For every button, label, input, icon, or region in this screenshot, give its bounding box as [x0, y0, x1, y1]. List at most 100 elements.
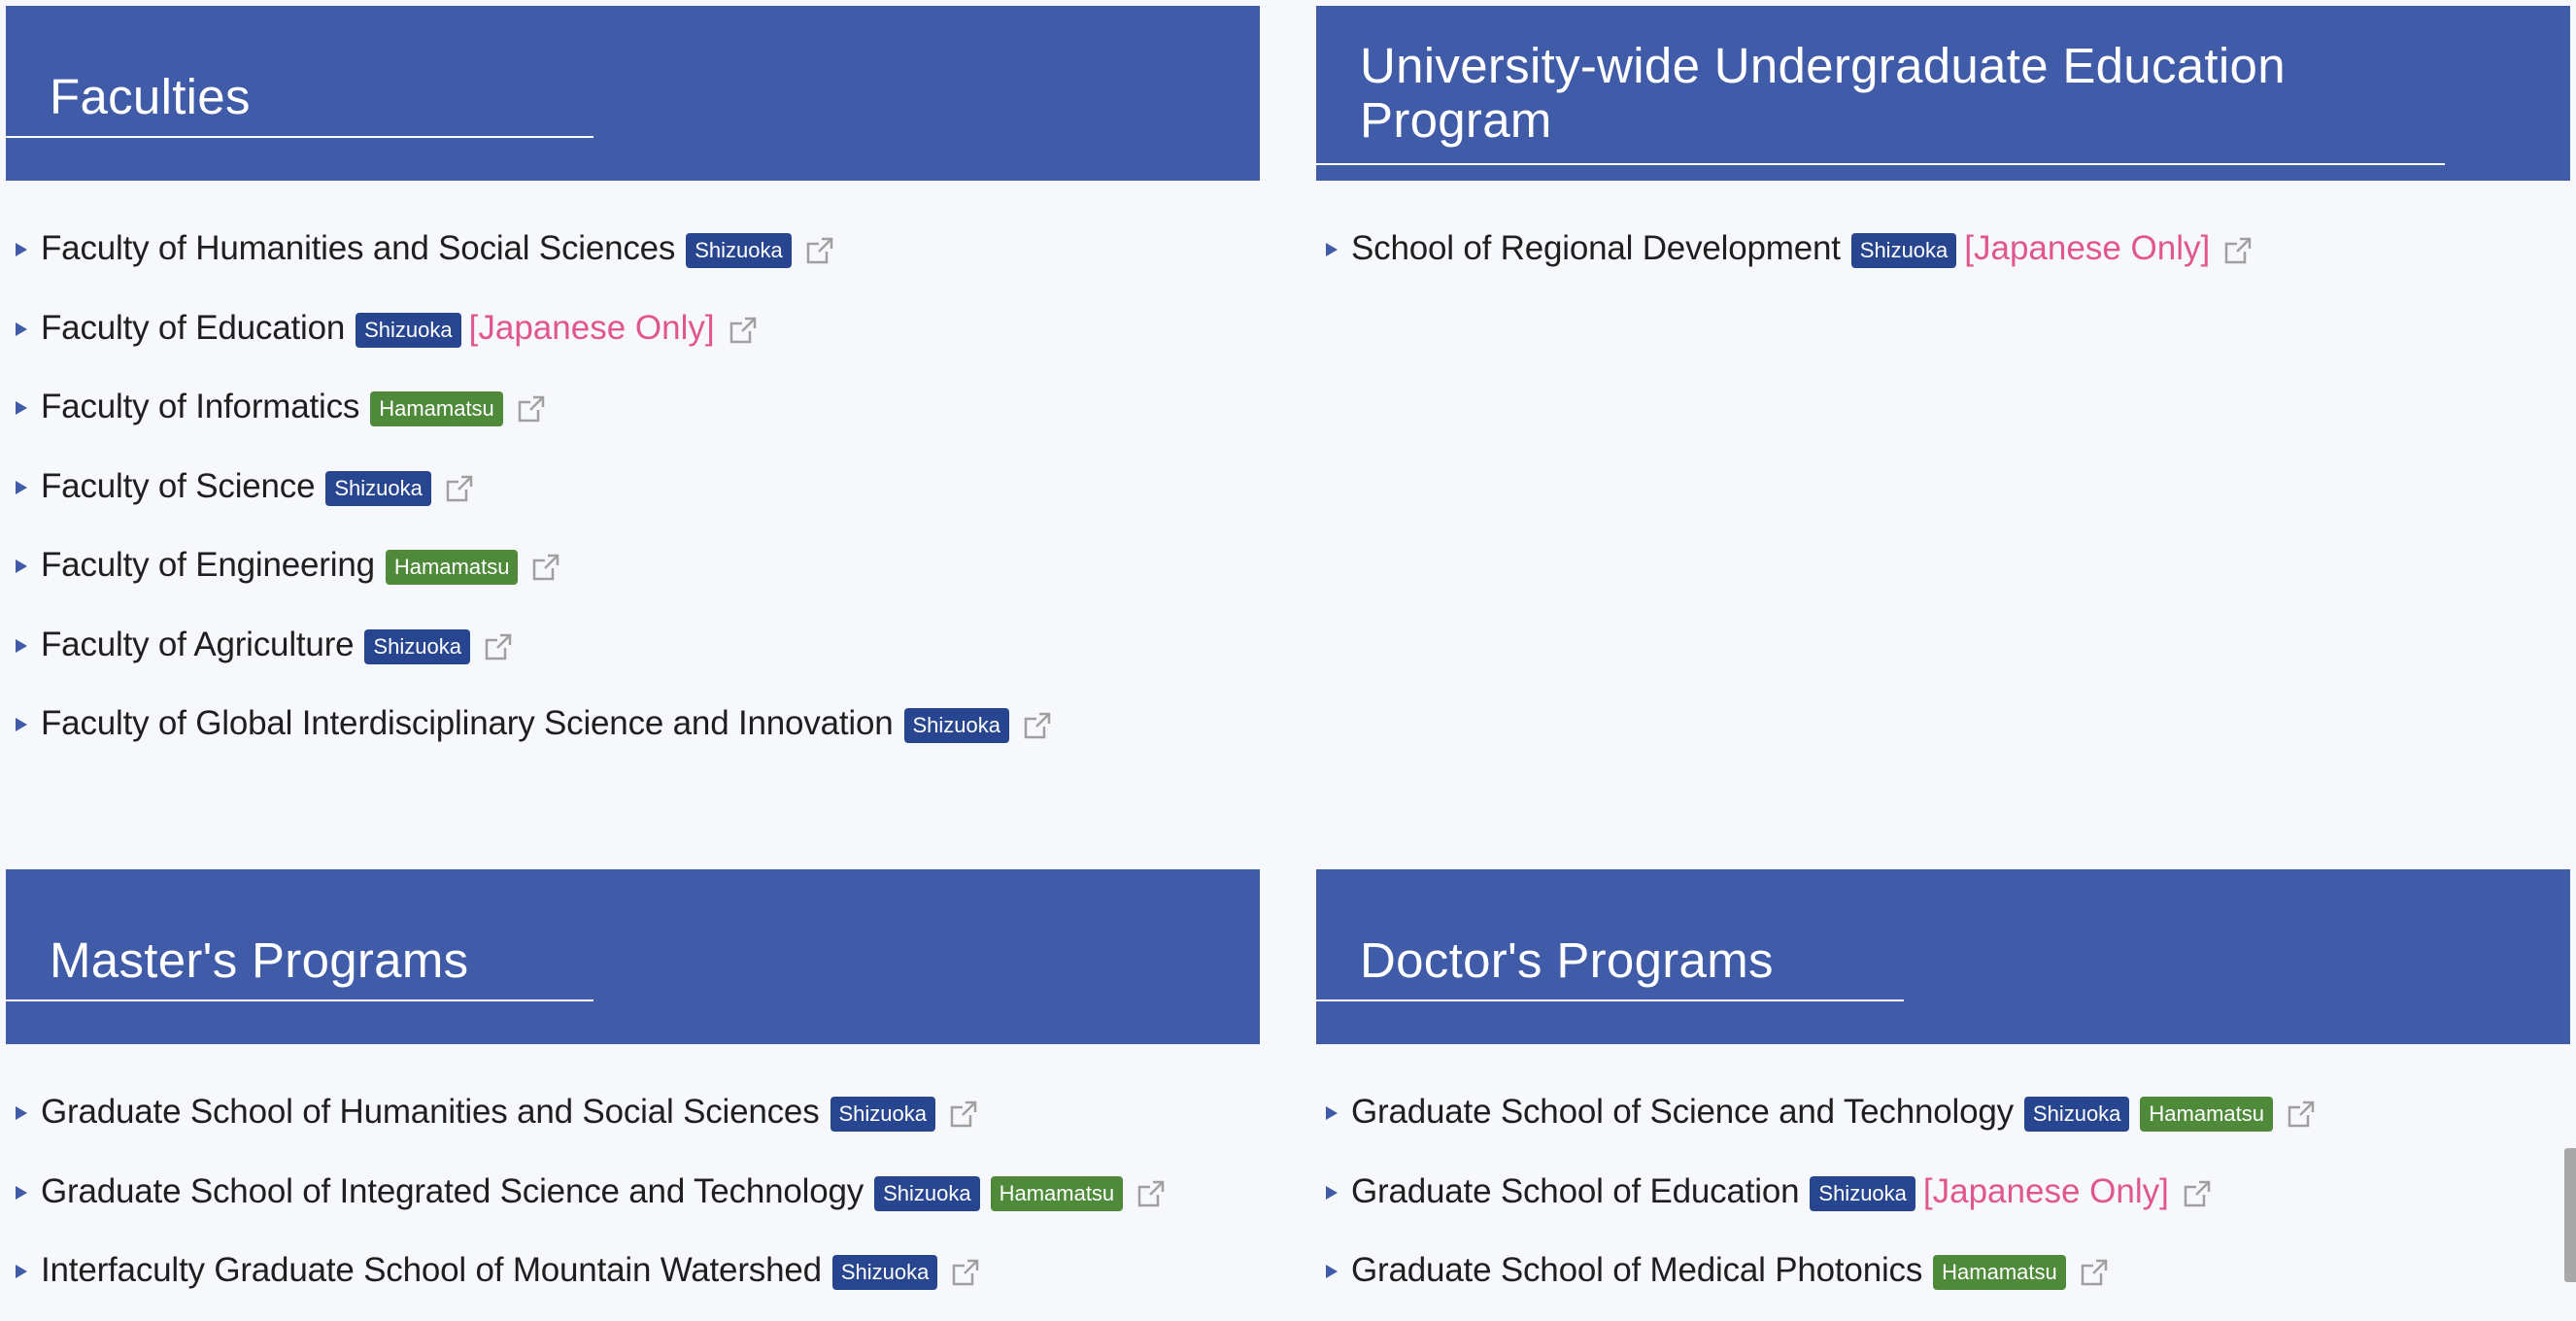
list-item: Faculty of Humanities and Social Science…	[6, 220, 1052, 299]
list-item: Graduate School of Education Shizuoka [Jap…	[1316, 1163, 2316, 1242]
list-item: Graduate School of Integrated Science an…	[6, 1163, 1166, 1242]
item-link[interactable]: Faculty of Engineering Hamamatsu	[41, 536, 560, 594]
external-link-icon	[2080, 1258, 2109, 1287]
scroll-to-top-tab[interactable]	[2564, 1148, 2576, 1282]
triangle-right-icon	[1326, 1106, 1338, 1120]
triangle-right-icon	[1326, 1185, 1338, 1200]
doctors-section: Doctor's Programs Graduate School of Sci…	[1316, 869, 2570, 1290]
japanese-only-note: [Japanese Only]	[468, 308, 715, 347]
masters-list: Graduate School of Humanities and Social…	[6, 1083, 1166, 1321]
undergraduate-program-list: School of Regional Development Shizuoka [J…	[1316, 220, 2253, 299]
section-title: Faculties	[50, 69, 251, 124]
faculties-list: Faculty of Humanities and Social Science…	[6, 220, 1052, 774]
item-name: Faculty of Informatics	[41, 388, 360, 425]
item-name: School of Regional Development	[1351, 229, 1841, 267]
item-name: Faculty of Humanities and Social Science…	[41, 229, 676, 267]
item-name: Graduate School of Science and Technolog…	[1351, 1093, 2014, 1131]
item-name: Faculty of Global Interdisciplinary Scie…	[41, 704, 894, 742]
title-underline	[1316, 999, 1904, 1001]
item-link[interactable]: Faculty of Education Shizuoka [Japanese On…	[41, 299, 758, 357]
list-item: Faculty of Informatics Hamamatsu	[6, 378, 1052, 457]
triangle-right-icon	[16, 1265, 27, 1278]
section-header: Doctor's Programs	[1316, 869, 2570, 1044]
external-link-icon	[951, 1258, 980, 1287]
japanese-only-note: [Japanese Only]	[1964, 229, 2211, 267]
campus-badge: Shizuoka	[831, 1255, 938, 1290]
external-link-icon	[1023, 711, 1052, 740]
list-item: Graduate School of Medical Photonics Hama…	[1316, 1241, 2316, 1321]
external-link-icon	[949, 1100, 978, 1129]
triangle-right-icon	[16, 1185, 27, 1200]
undergraduate-program-section: University-wide Undergraduate Education …	[1316, 6, 2570, 268]
external-link-icon	[729, 316, 758, 345]
list-item: Graduate School of Humanities and Social…	[6, 1083, 1166, 1163]
item-name: Graduate School of Humanities and Social…	[41, 1093, 820, 1131]
section-title: Doctor's Programs	[1360, 932, 1774, 988]
item-name: Faculty of Engineering	[41, 546, 375, 584]
campus-badge: Hamamatsu	[2140, 1097, 2274, 1132]
title-underline	[6, 136, 593, 138]
campus-badge: Shizuoka	[686, 233, 792, 268]
title-underline	[6, 999, 593, 1001]
item-link[interactable]: Faculty of Science Shizuoka	[41, 457, 474, 516]
campus-badge: Hamamatsu	[1933, 1255, 2066, 1290]
list-item: Faculty of Agriculture Shizuoka	[6, 616, 1052, 695]
triangle-right-icon	[16, 1106, 27, 1120]
item-link[interactable]: Graduate School of Science and Technolog…	[1351, 1083, 2316, 1141]
external-link-icon	[2223, 236, 2253, 265]
item-link[interactable]: Graduate School of Medical Photonics Hama…	[1351, 1241, 2109, 1300]
section-title: Master's Programs	[50, 932, 469, 988]
item-link[interactable]: Graduate School of Education Shizuoka [Jap…	[1351, 1163, 2212, 1221]
item-link[interactable]: Graduate School of Humanities and Social…	[41, 1083, 978, 1141]
japanese-only-note: [Japanese Only]	[1922, 1171, 2169, 1210]
list-item: Faculty of Engineering Hamamatsu	[6, 536, 1052, 616]
list-item: Faculty of Science Shizuoka	[6, 457, 1052, 537]
list-item: Faculty of Education Shizuoka [Japanese On…	[6, 299, 1052, 379]
triangle-right-icon	[16, 322, 27, 336]
list-item: School of Regional Development Shizuoka [J…	[1316, 220, 2253, 299]
item-name: Faculty of Education	[41, 308, 346, 347]
external-link-icon	[517, 394, 546, 423]
external-link-icon	[445, 474, 474, 503]
item-link[interactable]: Faculty of Humanities and Social Science…	[41, 220, 834, 278]
triangle-right-icon	[16, 480, 27, 494]
faculties-section: Faculties Faculty of Humanities and Soci…	[6, 6, 1260, 743]
campus-badge: Shizuoka	[356, 312, 461, 348]
doctors-list: Graduate School of Science and Technolog…	[1316, 1083, 2316, 1321]
item-name: Graduate School of Education	[1351, 1171, 1800, 1210]
item-name: Interfaculty Graduate School of Mountain…	[41, 1251, 822, 1289]
item-link[interactable]: Faculty of Informatics Hamamatsu	[41, 378, 546, 436]
campus-badge: Hamamatsu	[385, 550, 519, 585]
external-link-icon	[1136, 1179, 1166, 1208]
triangle-right-icon	[1326, 1265, 1338, 1278]
section-header: Faculties	[6, 6, 1260, 181]
triangle-right-icon	[16, 243, 27, 256]
external-link-icon	[531, 553, 560, 582]
section-header: University-wide Undergraduate Education …	[1316, 6, 2570, 181]
item-name: Faculty of Agriculture	[41, 625, 355, 663]
item-link[interactable]: Graduate School of Integrated Science an…	[41, 1163, 1166, 1221]
item-name: Faculty of Science	[41, 466, 316, 505]
external-link-icon	[805, 236, 834, 265]
campus-badge: Shizuoka	[830, 1097, 936, 1132]
item-name: Graduate School of Integrated Science an…	[41, 1171, 864, 1210]
list-item: Interfaculty Graduate School of Mountain…	[6, 1241, 1166, 1321]
campus-badge: Shizuoka	[1810, 1175, 1915, 1211]
section-header: Master's Programs	[6, 869, 1260, 1044]
campus-badge: Shizuoka	[903, 708, 1010, 743]
item-link[interactable]: Faculty of Agriculture Shizuoka	[41, 616, 513, 674]
list-item: Faculty of Global Interdisciplinary Scie…	[6, 694, 1052, 774]
external-link-icon	[2183, 1179, 2212, 1208]
triangle-right-icon	[16, 718, 27, 731]
title-underline	[1316, 163, 2445, 165]
campus-badge: Shizuoka	[2023, 1097, 2130, 1132]
triangle-right-icon	[16, 638, 27, 653]
item-link[interactable]: School of Regional Development Shizuoka [J…	[1351, 220, 2253, 278]
triangle-right-icon	[16, 401, 27, 415]
campus-badge: Shizuoka	[874, 1175, 980, 1211]
section-title: University-wide Undergraduate Education …	[1360, 38, 2286, 148]
campus-badge: Hamamatsu	[370, 391, 503, 426]
campus-badge: Shizuoka	[364, 628, 470, 664]
item-link[interactable]: Interfaculty Graduate School of Mountain…	[41, 1241, 980, 1300]
item-link[interactable]: Faculty of Global Interdisciplinary Scie…	[41, 694, 1052, 753]
